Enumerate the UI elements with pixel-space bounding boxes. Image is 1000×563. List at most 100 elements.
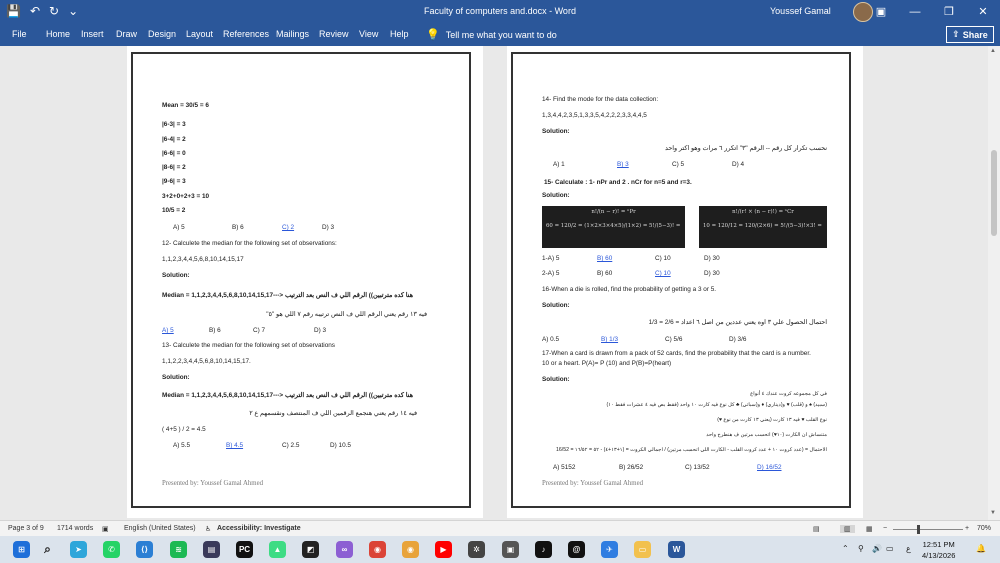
zoom-slider[interactable] <box>893 525 963 534</box>
equation-image-combination: n!/(r! × (n − r)!) = ⁿCr 10 = 120/12 = 1… <box>699 206 827 248</box>
tab-home[interactable]: Home <box>46 29 70 39</box>
battery-icon[interactable]: ▭ <box>886 544 894 553</box>
restore-button[interactable]: ❐ <box>932 0 966 24</box>
option-b: B) 60 <box>597 270 613 277</box>
vertical-scrollbar[interactable]: ▲ ▼ <box>988 46 1000 520</box>
option-d: D) 10.5 <box>330 442 351 449</box>
close-button[interactable]: ✕ <box>966 0 1000 24</box>
word-icon[interactable]: W <box>668 541 685 558</box>
deviation-line: |9-6| = 3 <box>162 178 186 185</box>
ribbon-display-icon[interactable]: ▣ <box>864 0 898 24</box>
q13-note: فيه ١٤ رقم يعني هنجمع الرقمين اللي ف الم… <box>249 410 417 417</box>
spotify-icon[interactable]: ≋ <box>170 541 187 558</box>
tell-me-text: Tell me what you want to do <box>445 29 557 40</box>
user-name[interactable]: Youssef Gamal <box>770 6 831 16</box>
zoom-level[interactable]: 70% <box>977 525 991 532</box>
option-d: D) 4 <box>732 161 745 168</box>
accessibility-status[interactable]: Accessibility: Investigate <box>217 525 301 532</box>
zoom-out-icon[interactable]: − <box>883 525 887 532</box>
app-icon-gray[interactable]: ▣ <box>502 541 519 558</box>
solution-label: Solution: <box>542 192 570 199</box>
sum-line: 3+2+0+2+3 = 10 <box>162 193 210 200</box>
chrome-icon[interactable]: ◉ <box>369 541 386 558</box>
option-b: B) 6 <box>209 327 221 334</box>
option-b-correct: B) 60 <box>597 255 613 262</box>
input-language[interactable]: ع <box>906 544 911 553</box>
deviation-line: |8-6| = 2 <box>162 164 186 171</box>
windows-start-icon[interactable]: ⊞ <box>13 541 30 558</box>
app-icon-dark[interactable]: ▤ <box>203 541 220 558</box>
page-left[interactable]: Mean = 30/5 = 6 |6-3| = 3 |6-4| = 2 |6-6… <box>127 46 483 518</box>
minimize-button[interactable]: — <box>898 0 932 24</box>
cursor-icon[interactable]: ◩ <box>302 541 319 558</box>
page-count[interactable]: Page 3 of 9 <box>8 525 44 532</box>
title-bar: 💾 ↶ ↻ ⌄ Faculty of computers and.docx - … <box>0 0 1000 24</box>
proofing-icon[interactable]: ▣ <box>102 525 109 533</box>
document-title: Faculty of computers and.docx - Word <box>424 6 576 16</box>
q12-data: 1,1,2,3,4,4,5,6,8,10,14,15,17 <box>162 256 244 263</box>
eq-top: n!/(r! × (n − r)!) = ⁿCr <box>732 209 794 215</box>
scroll-down-icon[interactable]: ▼ <box>990 510 996 516</box>
deviation-line: |6-6| = 0 <box>162 150 186 157</box>
youtube-icon[interactable]: ▶ <box>435 541 452 558</box>
tab-design[interactable]: Design <box>148 29 176 39</box>
q13-median: Median = ‏هنا كده مترتبين)) الرقم اللي ف… <box>162 392 413 399</box>
question-17-cont: 10 or a heart. P(A)= P (10) and P(B)=P(h… <box>542 360 672 367</box>
document-area[interactable]: Mean = 30/5 = 6 |6-3| = 3 |6-4| = 2 |6-6… <box>0 46 1000 520</box>
visual-studio-icon[interactable]: ∞ <box>336 541 353 558</box>
eq-bottom: 60 = 120/2 = (1×2×3×4×5)/(1×2) = 5!/(5−3… <box>546 223 681 229</box>
option-d: D) 30 <box>704 255 720 262</box>
tab-references[interactable]: References <box>223 29 269 39</box>
option-d: D) 3/6 <box>729 336 747 343</box>
vpn-icon[interactable]: ✈ <box>601 541 618 558</box>
tab-layout[interactable]: Layout <box>186 29 213 39</box>
option-c: C) 7 <box>253 327 266 334</box>
option-a: A) 5 <box>173 224 185 231</box>
tiktok-icon[interactable]: ♪ <box>535 541 552 558</box>
tab-review[interactable]: Review <box>319 29 349 39</box>
option-a: A) 0.5 <box>542 336 560 343</box>
language[interactable]: English (United States) <box>124 525 196 532</box>
solution-label: Solution: <box>162 272 190 279</box>
file-explorer-icon[interactable]: ▭ <box>634 541 651 558</box>
solution-label: Solution: <box>542 302 570 309</box>
whatsapp-icon[interactable]: ✆ <box>103 541 120 558</box>
tab-draw[interactable]: Draw <box>116 29 137 39</box>
vscode-icon[interactable]: ⟨⟩ <box>136 541 153 558</box>
tab-view[interactable]: View <box>359 29 378 39</box>
pycharm-icon[interactable]: PC <box>236 541 253 558</box>
eq-bottom: 10 = 120/12 = 120/(2×6) = 5!/(5−3)!×3! =… <box>703 223 823 229</box>
notification-bell-icon[interactable]: 🔔 <box>976 544 986 553</box>
page-footer: Presented by: Youssef Gamal Ahmed <box>542 480 644 487</box>
tell-me-box[interactable]: 💡 Tell me what you want to do <box>426 28 557 41</box>
clock[interactable]: 12:51 PM 4/13/2026 <box>922 539 955 561</box>
search-icon[interactable]: ⌕ <box>39 541 56 558</box>
clock-date: 4/13/2026 <box>922 551 956 560</box>
tab-insert[interactable]: Insert <box>81 29 104 39</box>
threads-icon[interactable]: @ <box>568 541 585 558</box>
deviation-line: |6-3| = 3 <box>162 121 186 128</box>
telegram-icon[interactable]: ➤ <box>70 541 87 558</box>
focus-icon[interactable]: ▤ <box>813 525 820 533</box>
chrome-alt-icon[interactable]: ◉ <box>402 541 419 558</box>
question-14: 14- Find the mode for the data collectio… <box>542 96 659 103</box>
volume-icon[interactable]: 🔊 <box>872 544 882 553</box>
chatgpt-icon[interactable]: ✲ <box>468 541 485 558</box>
scroll-up-icon[interactable]: ▲ <box>990 48 996 54</box>
zoom-slider-thumb[interactable] <box>917 525 920 534</box>
page-right[interactable]: 14- Find the mode for the data collectio… <box>507 46 863 518</box>
accessibility-icon: ♿ <box>205 526 212 533</box>
print-layout-icon[interactable]: ▥ <box>840 525 855 533</box>
tab-mailings[interactable]: Mailings <box>276 29 309 39</box>
q12-note: فيه ١٣ رقم يعني الرقم اللي ف النص ترتيبه… <box>266 311 427 318</box>
chevron-up-icon[interactable]: ⌃ <box>842 544 849 553</box>
web-layout-icon[interactable]: ▦ <box>866 525 873 533</box>
share-button[interactable]: ⇪ Share <box>946 26 994 43</box>
tab-file[interactable]: File <box>12 29 27 39</box>
tab-help[interactable]: Help <box>390 29 409 39</box>
word-count[interactable]: 1714 words <box>57 525 93 532</box>
zoom-in-icon[interactable]: + <box>965 525 969 532</box>
android-studio-icon[interactable]: ▲ <box>269 541 286 558</box>
network-icon[interactable]: ⚲ <box>858 544 864 553</box>
scrollbar-thumb[interactable] <box>991 150 997 236</box>
